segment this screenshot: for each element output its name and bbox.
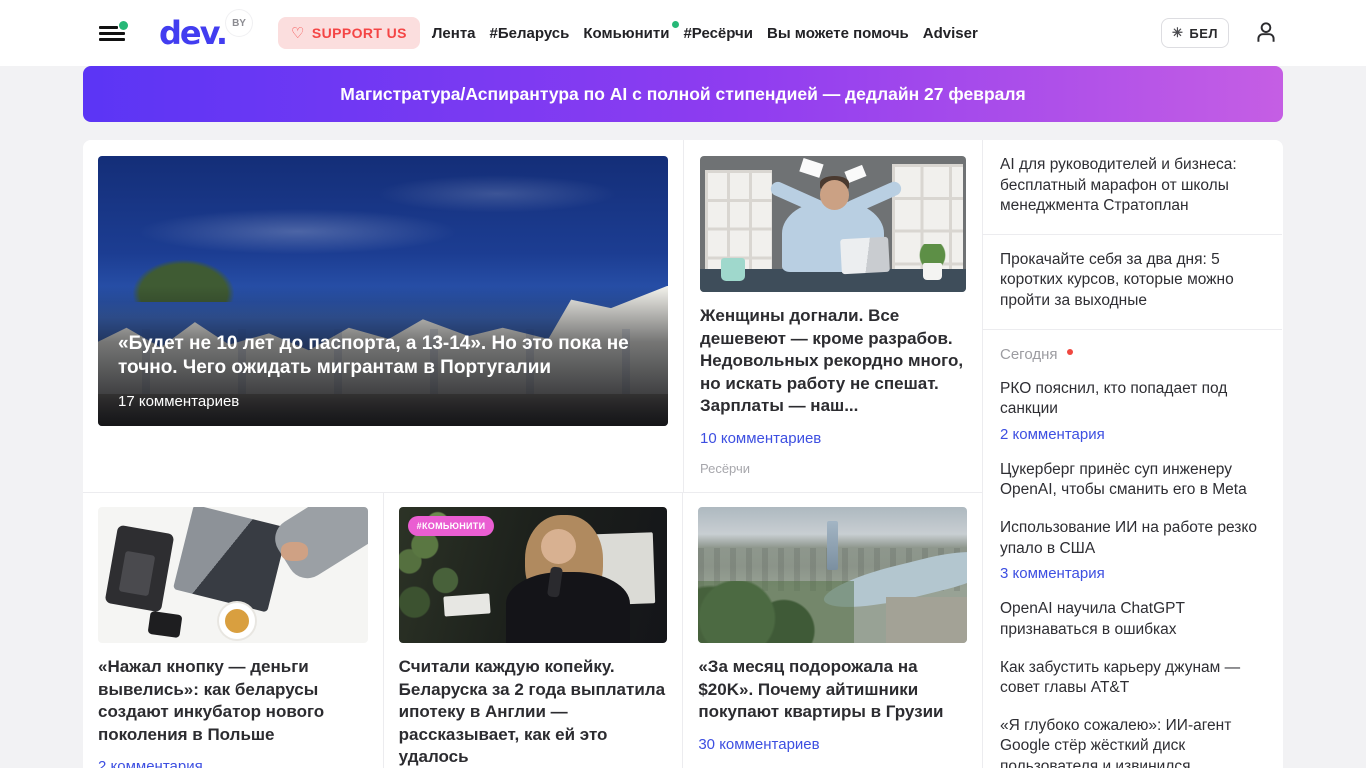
- featured-article-title[interactable]: «Будет не 10 лет до паспорта, а 13-14». …: [118, 332, 648, 381]
- comments-link[interactable]: 2 комментария: [1000, 426, 1265, 443]
- today-section-header: Сегодня: [983, 330, 1282, 365]
- promo-title[interactable]: AI для руководителей и бизнеса: бесплатн…: [1000, 155, 1265, 217]
- sidebar-news-item[interactable]: Как забустить карьеру джунам — совет гла…: [1000, 658, 1265, 699]
- news-title[interactable]: РКО пояснил, кто попадает под санкции: [1000, 379, 1265, 420]
- embankment-buildings: [886, 596, 968, 644]
- news-title[interactable]: «Я глубоко сожалею»: ИИ-агент Google стё…: [1000, 716, 1265, 768]
- nav-item-lenta[interactable]: Лента: [432, 25, 476, 42]
- nav-item-community[interactable]: Комьюнити: [583, 20, 680, 42]
- language-button[interactable]: ✳ БЕЛ: [1160, 18, 1229, 48]
- nav-item-research[interactable]: #Ресёрчи: [683, 25, 753, 42]
- secondary-article-title[interactable]: Женщины догнали. Все дешевеют — кроме ра…: [700, 305, 966, 418]
- menu-icon: [99, 25, 118, 29]
- woman-blazer: [506, 572, 630, 644]
- promo-banner[interactable]: Магистратура/Аспирантура по AI с полной …: [83, 66, 1283, 122]
- featured-title-overlay: «Будет не 10 лет до паспорта, а 13-14». …: [98, 285, 668, 426]
- main-nav: Лента #Беларусь Комьюнити #Ресёрчи Вы мо…: [432, 20, 978, 42]
- user-icon: [1257, 21, 1275, 42]
- article-title[interactable]: Считали каждую копейку. Беларуска за 2 г…: [399, 656, 668, 768]
- secondary-comments-link[interactable]: 10 комментариев: [700, 430, 966, 447]
- sidebar-promo-courses[interactable]: Прокачайте себя за два дня: 5 коротких к…: [983, 235, 1282, 330]
- news-title[interactable]: OpenAI научила ChatGPT признаваться в ош…: [1000, 599, 1265, 640]
- article-image[interactable]: #КОМЬЮНИТИ: [398, 507, 668, 644]
- article-image[interactable]: [98, 507, 368, 644]
- featured-article[interactable]: «Будет не 10 лет до паспорта, а 13-14». …: [83, 140, 683, 493]
- sidebar-news-item[interactable]: Использование ИИ на работе резко упало в…: [1000, 518, 1265, 582]
- ornament-icon: ✳: [1171, 25, 1184, 40]
- woman-face: [541, 528, 576, 565]
- language-label: БЕЛ: [1189, 25, 1218, 41]
- support-us-label: SUPPORT US: [311, 25, 407, 41]
- sidebar-promo-stratoplan[interactable]: AI для руководителей и бизнеса: бесплатн…: [983, 140, 1282, 235]
- notification-dot: [119, 21, 128, 30]
- promo-title[interactable]: Прокачайте себя за два дня: 5 коротких к…: [1000, 250, 1265, 312]
- article-card-incubator[interactable]: «Нажал кнопку — деньги вывелись»: как бе…: [83, 493, 383, 768]
- nav-item-belarus[interactable]: #Беларусь: [490, 25, 570, 42]
- article-card-georgia[interactable]: «За месяц подорожала на $20K». Почему ай…: [682, 493, 983, 768]
- article-title[interactable]: «За месяц подорожала на $20K». Почему ай…: [698, 656, 967, 724]
- content-area: «Будет не 10 лет до паспорта, а 13-14». …: [83, 140, 1283, 768]
- devby-logo[interactable]: dev. BY: [159, 10, 253, 52]
- trees: [698, 580, 855, 644]
- sidebar-news-item[interactable]: Цукерберг принёс суп инженеру OpenAI, чт…: [1000, 460, 1265, 501]
- article-category-label: Ресёрчи: [700, 461, 751, 477]
- news-title[interactable]: Как забустить карьеру джунам — совет гла…: [1000, 658, 1265, 699]
- flying-paper: [799, 158, 824, 178]
- article-image[interactable]: [698, 507, 968, 644]
- comments-link[interactable]: 2 комментария: [98, 758, 368, 768]
- news-feed: «Будет не 10 лет до паспорта, а 13-14». …: [83, 140, 983, 768]
- coffee-cup: [219, 602, 256, 639]
- user-profile-button[interactable]: [1253, 19, 1279, 48]
- news-title[interactable]: Использование ИИ на работе резко упало в…: [1000, 518, 1265, 559]
- nav-item-help[interactable]: Вы можете помочь: [767, 25, 909, 42]
- nav-item-adviser[interactable]: Adviser: [923, 25, 978, 42]
- smartphone: [147, 611, 184, 639]
- comments-link[interactable]: 3 комментария: [1000, 565, 1265, 582]
- heart-icon: ♡: [291, 24, 305, 42]
- sidebar-news-item[interactable]: РКО пояснил, кто попадает под санкции 2 …: [1000, 379, 1265, 443]
- today-label: Сегодня: [1000, 345, 1058, 363]
- community-online-dot: [672, 20, 680, 28]
- sidebar-news-item[interactable]: OpenAI научила ChatGPT признаваться в ош…: [1000, 599, 1265, 640]
- featured-article-image[interactable]: «Будет не 10 лет до паспорта, а 13-14». …: [98, 156, 668, 426]
- laptop: [840, 236, 890, 275]
- community-tag[interactable]: #КОМЬЮНИТИ: [407, 516, 495, 537]
- plant-pot: [923, 263, 943, 280]
- menu-button[interactable]: [99, 21, 129, 45]
- news-title[interactable]: Цукерберг принёс суп инженеру OpenAI, чт…: [1000, 460, 1265, 501]
- promo-banner-text: Магистратура/Аспирантура по AI с полной …: [340, 83, 1026, 104]
- sidebar-news-item[interactable]: «Я глубоко сожалею»: ИИ-агент Google стё…: [1000, 716, 1265, 768]
- article-card-mortgage[interactable]: #КОМЬЮНИТИ Считали каждую копейку. Белар…: [382, 493, 683, 768]
- devby-homepage: dev. BY ♡ SUPPORT US Лента #Беларусь Ком…: [0, 0, 1366, 768]
- sidebar: AI для руководителей и бизнеса: бесплатн…: [983, 140, 1282, 768]
- header: dev. BY ♡ SUPPORT US Лента #Беларусь Ком…: [0, 0, 1366, 66]
- article-title[interactable]: «Нажал кнопку — деньги вывелись»: как бе…: [98, 656, 368, 746]
- featured-comments-link[interactable]: 17 комментариев: [118, 393, 648, 410]
- logo-by-badge: BY: [226, 10, 253, 36]
- support-us-button[interactable]: ♡ SUPPORT US: [278, 17, 420, 49]
- comments-link[interactable]: 30 комментариев: [698, 736, 967, 753]
- secondary-article[interactable]: Женщины догнали. Все дешевеют — кроме ра…: [683, 140, 982, 493]
- today-news-list: РКО пояснил, кто попадает под санкции 2 …: [983, 365, 1282, 768]
- logo-text: dev.: [159, 14, 228, 52]
- laptop: [172, 507, 288, 613]
- mug: [721, 258, 746, 282]
- person-hand: [281, 542, 309, 562]
- secondary-article-image[interactable]: [700, 156, 966, 292]
- live-red-dot: [1066, 349, 1073, 356]
- skyscraper: [827, 520, 839, 570]
